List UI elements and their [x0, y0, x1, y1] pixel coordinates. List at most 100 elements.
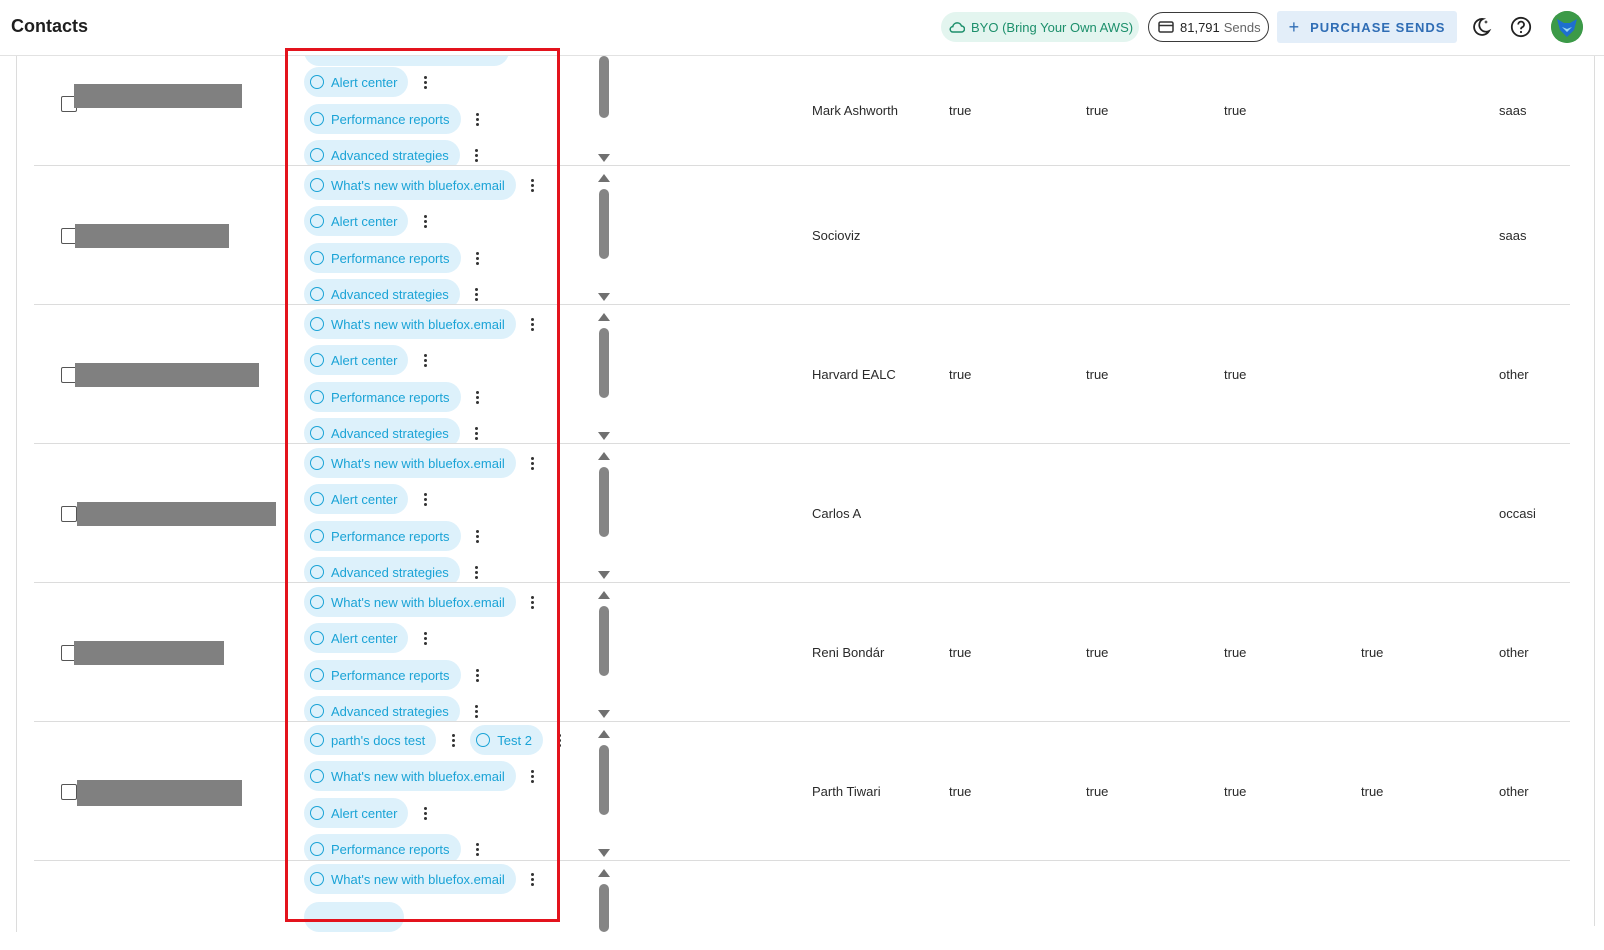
tag-chip[interactable]: Performance reports [304, 243, 461, 273]
purchase-sends-label: PURCHASE SENDS [1310, 19, 1446, 35]
tag-chip[interactable]: Performance reports [304, 521, 461, 551]
tag-chip[interactable]: Advanced strategies [304, 279, 460, 304]
tag-chip[interactable]: Alert center [304, 623, 409, 653]
more-options-icon[interactable] [469, 665, 487, 685]
tags-scrollbar[interactable] [596, 584, 612, 721]
table-row[interactable]: What's new with bluefox.email Alert cent… [34, 445, 1570, 583]
more-options-icon[interactable] [416, 350, 434, 370]
tag-chip[interactable]: Advanced strategies [304, 696, 460, 721]
sends-balance-chip[interactable]: 81,791 Sends [1148, 12, 1269, 42]
scroll-thumb[interactable] [599, 467, 609, 537]
purchase-sends-button[interactable]: + PURCHASE SENDS [1277, 11, 1457, 43]
tag-chip[interactable]: What's new with bluefox.email [304, 170, 516, 200]
scroll-thumb[interactable] [599, 189, 609, 259]
scroll-up-arrow-icon[interactable] [598, 730, 610, 738]
more-options-icon[interactable] [444, 730, 462, 750]
tag-chip[interactable]: Test 2 [470, 725, 543, 755]
row-checkbox[interactable] [61, 783, 77, 800]
table-row[interactable]: parth's docs test Test 2 What's new with… [34, 723, 1570, 861]
more-options-icon[interactable] [468, 701, 486, 721]
scroll-down-arrow-icon[interactable] [598, 571, 610, 579]
more-options-icon[interactable] [468, 284, 486, 304]
scroll-up-arrow-icon[interactable] [598, 174, 610, 182]
more-options-icon[interactable] [416, 628, 434, 648]
scroll-thumb[interactable] [599, 56, 609, 118]
table-row[interactable]: What's new with bluefox.email Alert cent… [34, 306, 1570, 444]
tag-chip[interactable]: parth's docs test [304, 725, 437, 755]
scroll-down-arrow-icon[interactable] [598, 154, 610, 162]
tags-scrollbar[interactable] [596, 723, 612, 860]
more-options-icon[interactable] [469, 526, 487, 546]
field-cell: true [1224, 783, 1247, 799]
tag-chip[interactable]: What's new with bluefox.email [304, 761, 516, 791]
scroll-down-arrow-icon[interactable] [598, 710, 610, 718]
more-options-icon[interactable] [468, 562, 486, 582]
table-row[interactable]: Alert center Performance reports Advance… [34, 56, 1570, 166]
scroll-up-arrow-icon[interactable] [598, 452, 610, 460]
more-options-icon[interactable] [524, 314, 542, 334]
tag-chip[interactable]: Performance reports [304, 104, 461, 134]
more-options-icon[interactable] [416, 803, 434, 823]
more-options-icon[interactable] [416, 489, 434, 509]
more-options-icon[interactable] [524, 453, 542, 473]
tag-chip[interactable]: Advanced strategies [304, 557, 460, 582]
scroll-thumb[interactable] [599, 745, 609, 815]
tag-chip[interactable]: Alert center [304, 206, 409, 236]
byo-aws-chip[interactable]: BYO (Bring Your Own AWS) [941, 12, 1139, 42]
tag-chip[interactable]: Advanced strategies [304, 418, 460, 443]
tag-chip[interactable]: Performance reports [304, 382, 461, 412]
user-avatar[interactable] [1551, 11, 1583, 43]
scroll-up-arrow-icon[interactable] [598, 869, 610, 877]
more-options-icon[interactable] [524, 869, 542, 889]
more-options-icon[interactable] [416, 211, 434, 231]
tag-chip[interactable]: Performance reports [304, 660, 461, 690]
more-options-icon[interactable] [469, 109, 487, 129]
table-row[interactable]: What's new with bluefox.email [34, 862, 1570, 932]
row-checkbox[interactable] [61, 505, 77, 522]
scroll-up-arrow-icon[interactable] [598, 313, 610, 321]
dark-mode-moon-icon[interactable] [1470, 16, 1492, 38]
tag-chip[interactable]: What's new with bluefox.email [304, 587, 516, 617]
tags-scrollbar[interactable] [596, 862, 612, 932]
scroll-down-arrow-icon[interactable] [598, 849, 610, 857]
tag-chip[interactable]: Alert center [304, 484, 409, 514]
table-row[interactable]: What's new with bluefox.email Alert cent… [34, 167, 1570, 305]
tags-scrollbar[interactable] [596, 306, 612, 443]
scroll-thumb[interactable] [599, 884, 609, 932]
scroll-thumb[interactable] [599, 606, 609, 676]
redacted-email [77, 501, 276, 526]
more-options-icon[interactable] [524, 592, 542, 612]
scroll-thumb[interactable] [599, 328, 609, 398]
tag-chip[interactable]: Advanced strategies [304, 140, 460, 165]
tag-chip[interactable]: Alert center [304, 798, 409, 828]
more-options-icon[interactable] [469, 248, 487, 268]
field-cell: true [1224, 366, 1247, 382]
more-options-icon[interactable] [468, 145, 486, 165]
tag-chip[interactable] [304, 56, 509, 66]
more-options-icon[interactable] [524, 766, 542, 786]
radio-circle-icon [310, 353, 324, 367]
table-row[interactable]: What's new with bluefox.email Alert cent… [34, 584, 1570, 722]
more-options-icon[interactable] [551, 730, 569, 750]
tag-chip[interactable]: Alert center [304, 345, 409, 375]
tag-chip[interactable]: What's new with bluefox.email [304, 448, 516, 478]
field-cell: true [1086, 644, 1109, 660]
scroll-down-arrow-icon[interactable] [598, 432, 610, 440]
tag-chip[interactable]: What's new with bluefox.email [304, 864, 516, 894]
tags-scrollbar[interactable] [596, 56, 612, 165]
tags-scrollbar[interactable] [596, 167, 612, 304]
tag-chip[interactable]: What's new with bluefox.email [304, 309, 516, 339]
scroll-down-arrow-icon[interactable] [598, 293, 610, 301]
more-options-icon[interactable] [524, 175, 542, 195]
tag-chip[interactable]: Performance reports [304, 834, 461, 860]
more-options-icon[interactable] [469, 839, 487, 859]
more-options-icon[interactable] [416, 72, 434, 92]
more-options-icon[interactable] [468, 423, 486, 443]
tag-chip[interactable]: Alert center [304, 67, 409, 97]
more-options-icon[interactable] [469, 387, 487, 407]
page-scrollbar-track[interactable] [1594, 56, 1595, 926]
scroll-up-arrow-icon[interactable] [598, 591, 610, 599]
tag-chip[interactable] [304, 902, 404, 932]
help-icon[interactable] [1510, 16, 1532, 38]
tags-scrollbar[interactable] [596, 445, 612, 582]
